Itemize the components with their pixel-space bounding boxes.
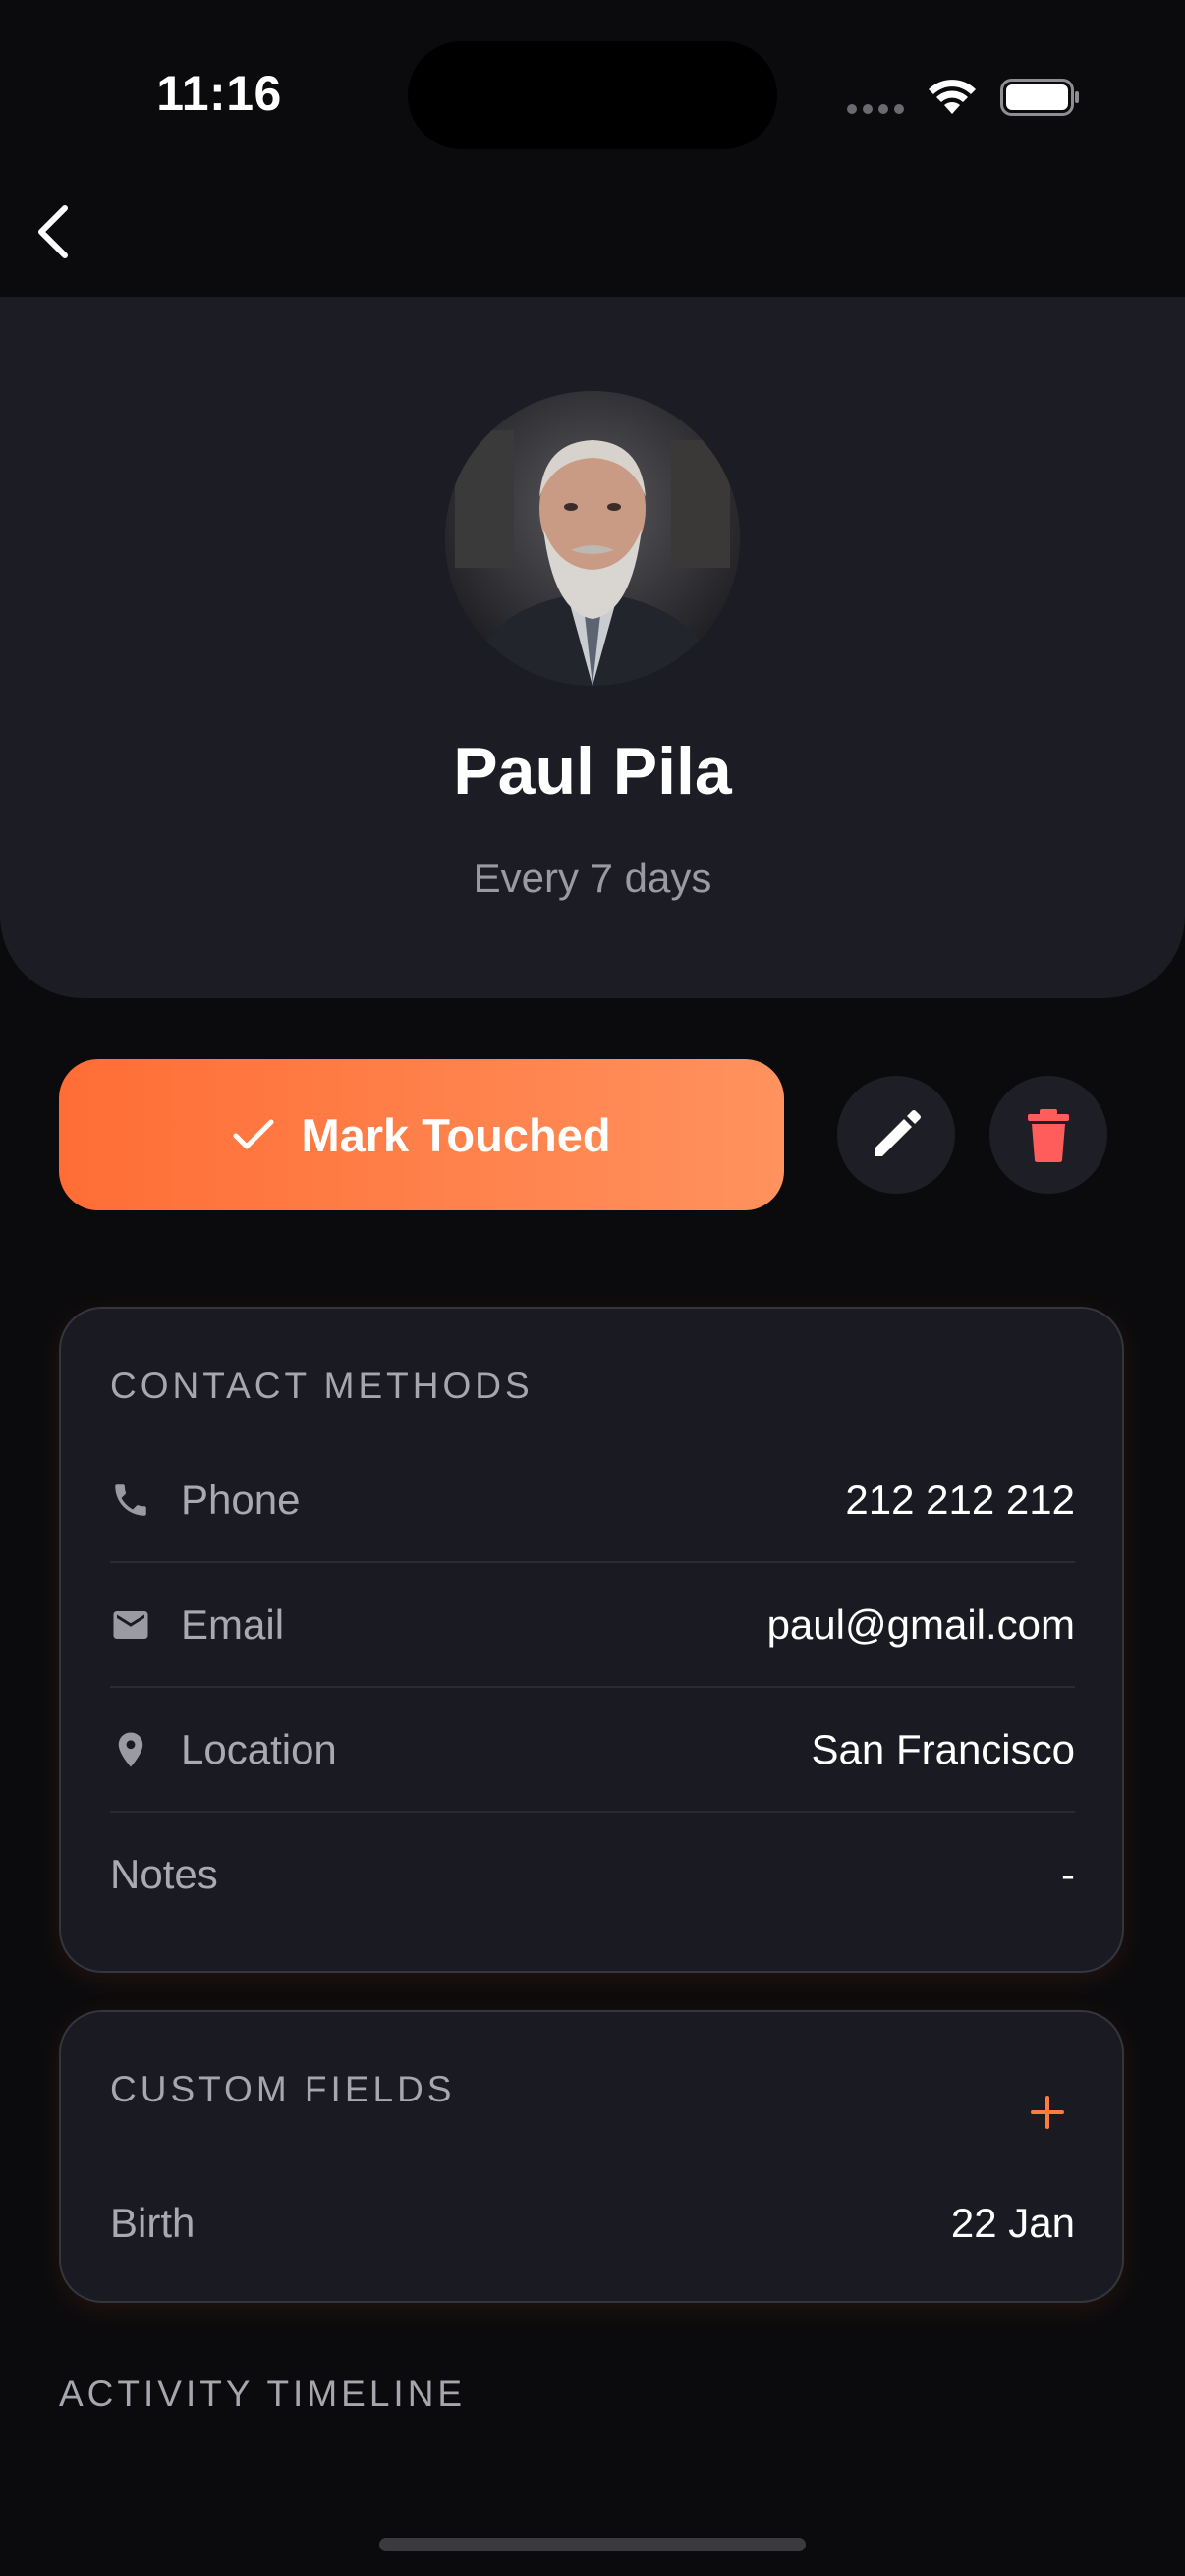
contact-row-value: - <box>1061 1851 1075 1897</box>
checkmark-icon <box>233 1119 274 1149</box>
phone-icon <box>110 1480 151 1521</box>
contact-frequency: Every 7 days <box>473 855 712 901</box>
edit-button[interactable] <box>837 1076 955 1194</box>
contact-row-label: Notes <box>110 1851 218 1897</box>
contact-row-value: San Francisco <box>811 1726 1075 1772</box>
custom-field-row-birth[interactable]: Birth 22 Jan <box>110 2161 1075 2285</box>
contact-name: Paul Pila <box>453 734 732 809</box>
contact-row-value: paul@gmail.com <box>766 1601 1075 1648</box>
delete-button[interactable] <box>989 1076 1107 1194</box>
add-custom-field-button[interactable] <box>1012 2077 1083 2148</box>
mark-touched-label: Mark Touched <box>301 1108 611 1161</box>
contact-methods-card: CONTACT METHODS Phone 212 212 212 Email … <box>59 1307 1124 1973</box>
map-pin-icon <box>110 1729 151 1770</box>
dynamic-island <box>408 41 777 149</box>
contact-row-notes[interactable]: Notes - <box>110 1813 1075 1936</box>
contact-row-location[interactable]: Location San Francisco <box>110 1688 1075 1812</box>
custom-field-label: Birth <box>110 2200 196 2246</box>
contact-row-label: Location <box>181 1726 337 1772</box>
section-title-contact-methods: CONTACT METHODS <box>110 1366 534 1406</box>
avatar <box>445 391 740 686</box>
pencil-icon <box>875 1110 921 1156</box>
home-indicator[interactable] <box>379 2538 806 2551</box>
cellular-signal-icon <box>847 102 906 116</box>
section-title-activity-timeline: ACTIVITY TIMELINE <box>59 2374 467 2414</box>
back-button[interactable] <box>18 196 88 267</box>
custom-field-value: 22 Jan <box>950 2200 1075 2246</box>
custom-fields-card: CUSTOM FIELDS Birth 22 Jan <box>59 2010 1124 2303</box>
contact-row-label: Email <box>181 1601 285 1648</box>
section-title-custom-fields: CUSTOM FIELDS <box>110 2069 456 2109</box>
contact-row-phone[interactable]: Phone 212 212 212 <box>110 1438 1075 1562</box>
battery-icon <box>1000 79 1081 116</box>
mark-touched-button[interactable]: Mark Touched <box>59 1059 784 1210</box>
contact-row-value: 212 212 212 <box>845 1477 1075 1523</box>
status-time: 11:16 <box>156 66 282 121</box>
contact-row-label: Phone <box>181 1477 301 1523</box>
plus-icon <box>1031 2096 1064 2129</box>
chevron-left-icon <box>38 205 68 258</box>
mail-icon <box>110 1604 151 1646</box>
trash-icon <box>1028 1109 1069 1162</box>
wifi-icon <box>926 75 979 116</box>
contact-row-email[interactable]: Email paul@gmail.com <box>110 1563 1075 1687</box>
